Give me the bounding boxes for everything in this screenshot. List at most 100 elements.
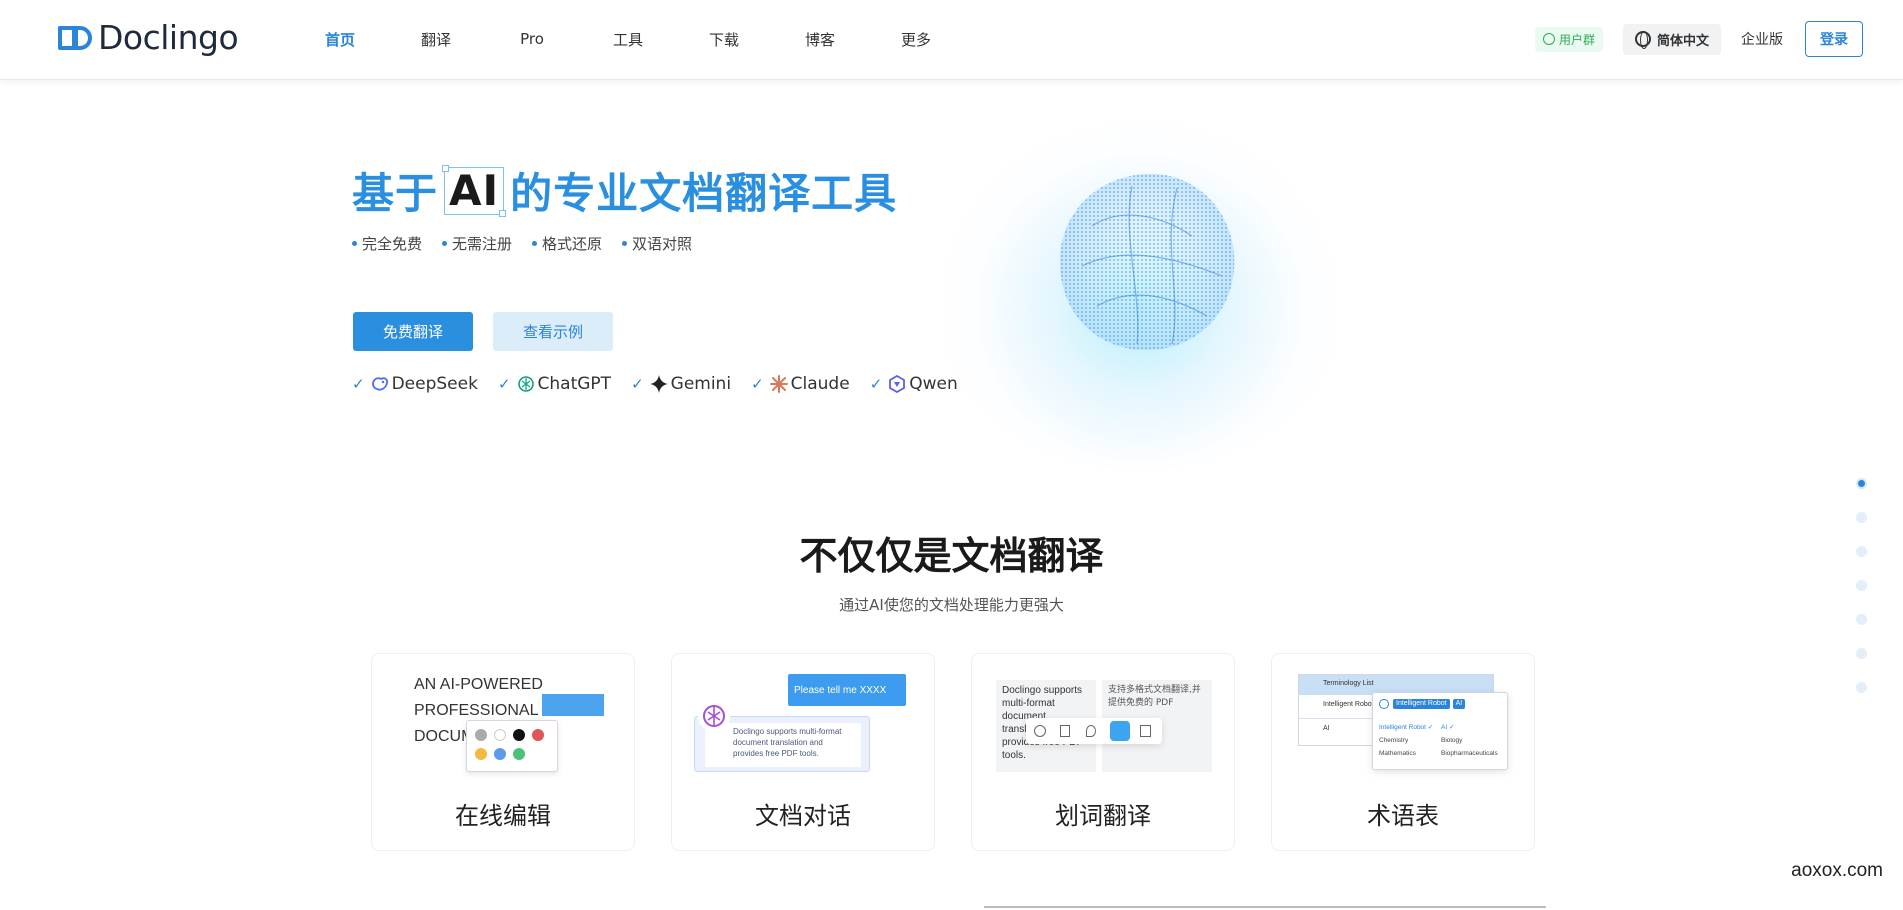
language-select[interactable]: 简体中文: [1622, 23, 1721, 55]
option-label: Mathematics: [1379, 750, 1416, 757]
nav-pro[interactable]: Pro: [484, 30, 580, 48]
deepseek-icon: [371, 377, 388, 391]
term-picker-popup: Intelligent Robot AI Intelligent Robot ✓…: [1372, 692, 1508, 770]
hero-title-suffix: 的专业文档翻译工具: [510, 169, 898, 218]
view-example-button[interactable]: 查看示例: [493, 312, 613, 351]
pager-dot[interactable]: [1856, 580, 1867, 591]
globe-icon: [1634, 31, 1651, 49]
tag-row: Intelligent Robot AI: [1379, 699, 1466, 709]
hero-title: 基于 AI 的专业文档翻译工具: [352, 160, 897, 221]
feature-card-doc-chat[interactable]: Please tell me XXXX Doclingo supports mu…: [671, 653, 935, 851]
logo[interactable]: Doclingo: [58, 17, 239, 57]
term-tag: AI: [1452, 699, 1466, 709]
nav-tools[interactable]: 工具: [580, 29, 676, 50]
color-swatch: [532, 729, 544, 741]
hero-title-ai: AI: [442, 164, 507, 217]
option-label: Biology: [1441, 737, 1463, 744]
bullet-icon: [532, 241, 538, 246]
feature-label: 格式还原: [542, 235, 603, 253]
translate-icon: [1110, 721, 1130, 741]
hero-title-prefix: 基于: [352, 169, 439, 218]
nav-home[interactable]: 首页: [292, 29, 388, 50]
color-swatch: [513, 729, 525, 741]
nav-blog[interactable]: 博客: [772, 29, 868, 50]
option-row: Intelligent Robot ✓ AI ✓: [1379, 721, 1498, 734]
pin-icon: [1086, 725, 1096, 737]
doc-preview-text: Doclingo supports multi-format document …: [705, 723, 861, 767]
login-button[interactable]: 登录: [1805, 21, 1863, 57]
chatgpt-logo-icon: [698, 700, 730, 732]
main-nav: 首页 翻译 Pro 工具 下载 博客 更多: [292, 0, 964, 78]
language-label: 简体中文: [1656, 33, 1709, 49]
free-translate-button[interactable]: 免费翻译: [353, 312, 473, 351]
option-row: Mathematics Biopharmaceuticals: [1379, 747, 1498, 760]
comment-icon: [1034, 725, 1046, 737]
feature-card-online-edit[interactable]: AN AI-POWERED PROFESSIONAL DOCUM 在线编辑: [371, 653, 635, 851]
check-icon: ✓: [352, 375, 365, 393]
nav-download[interactable]: 下载: [676, 29, 772, 50]
model-label: DeepSeek: [391, 374, 478, 394]
model-list: ✓ DeepSeek ✓ ChatGPT ✓ Gemini ✓ Claude ✓…: [352, 374, 978, 394]
feature-item: 完全免费: [352, 233, 422, 254]
pager-dot[interactable]: [1856, 648, 1867, 659]
header-actions: 用户群 简体中文 企业版 登录: [1534, 21, 1863, 57]
watermark: aoxox.com: [1791, 860, 1883, 881]
card-label: 在线编辑: [455, 802, 551, 830]
feature-card-word-translate[interactable]: Doclingo supports multi-format document …: [971, 653, 1235, 851]
user-group-label: 用户群: [1558, 32, 1595, 47]
check-icon: ✓: [869, 375, 883, 393]
feature-item: 无需注册: [442, 233, 512, 254]
color-swatch: [475, 729, 487, 741]
feature-card-terminology[interactable]: Terminology List Intelligent Robot AI In…: [1271, 653, 1535, 851]
option-label: Biopharmaceuticals: [1441, 750, 1498, 757]
pager-dot[interactable]: [1856, 478, 1867, 489]
feature-label: 完全免费: [362, 235, 423, 253]
bullet-icon: [622, 241, 628, 246]
logo-icon: [58, 24, 94, 50]
feature-label: 无需注册: [452, 235, 513, 253]
model-gemini: ✓ Gemini: [631, 374, 731, 394]
color-swatch: [513, 748, 525, 760]
model-label: ChatGPT: [537, 374, 612, 394]
enterprise-link[interactable]: 企业版: [1741, 29, 1783, 49]
model-chatgpt: ✓ ChatGPT: [498, 374, 611, 394]
check-icon: ✓: [497, 375, 511, 393]
ai-brain-orb-illustration: [1060, 173, 1235, 351]
model-label: Qwen: [909, 374, 958, 394]
selection-toolbar: [1026, 718, 1162, 744]
color-swatch: [494, 729, 506, 741]
section-title: 不仅仅是文档翻译: [799, 534, 1104, 578]
card-label: 文档对话: [755, 802, 851, 830]
model-deepseek: ✓ DeepSeek: [352, 374, 478, 394]
book-icon: [1060, 725, 1070, 737]
pager-dot[interactable]: [1856, 682, 1867, 693]
claude-icon: [769, 375, 788, 393]
feature-item: 双语对照: [622, 233, 692, 254]
nav-translate[interactable]: 翻译: [388, 29, 484, 50]
feature-item: 格式还原: [532, 233, 602, 254]
logo-text: Doclingo: [98, 17, 239, 57]
chat-bubble: Please tell me XXXX: [788, 674, 906, 706]
term-options: Intelligent Robot ✓ AI ✓ Chemistry Biology…: [1379, 721, 1498, 760]
option-label: AI ✓: [1441, 724, 1455, 731]
gemini-icon: [649, 375, 668, 393]
model-label: Gemini: [670, 374, 732, 394]
divider: [984, 906, 1546, 908]
pager-dot[interactable]: [1856, 614, 1867, 625]
user-group-button[interactable]: 用户群: [1534, 26, 1603, 52]
option-row: Chemistry Biology: [1379, 734, 1498, 747]
chatgpt-icon: [517, 376, 534, 392]
color-swatch: [475, 748, 487, 760]
pager-dot[interactable]: [1856, 512, 1867, 523]
nav-more[interactable]: 更多: [868, 29, 964, 50]
color-swatch: [494, 748, 506, 760]
search-icon: [1379, 699, 1389, 709]
option-label: Intelligent Robot ✓: [1379, 724, 1434, 731]
model-claude: ✓ Claude: [751, 374, 850, 394]
card-label: 术语表: [1367, 802, 1439, 830]
option-label: Chemistry: [1379, 737, 1409, 744]
color-palette-popup: [466, 720, 558, 772]
card-label: 划词翻译: [1055, 802, 1151, 830]
section-subtitle: 通过AI使您的文档处理能力更强大: [839, 596, 1064, 614]
feature-list: 完全免费 无需注册 格式还原 双语对照: [352, 233, 712, 254]
